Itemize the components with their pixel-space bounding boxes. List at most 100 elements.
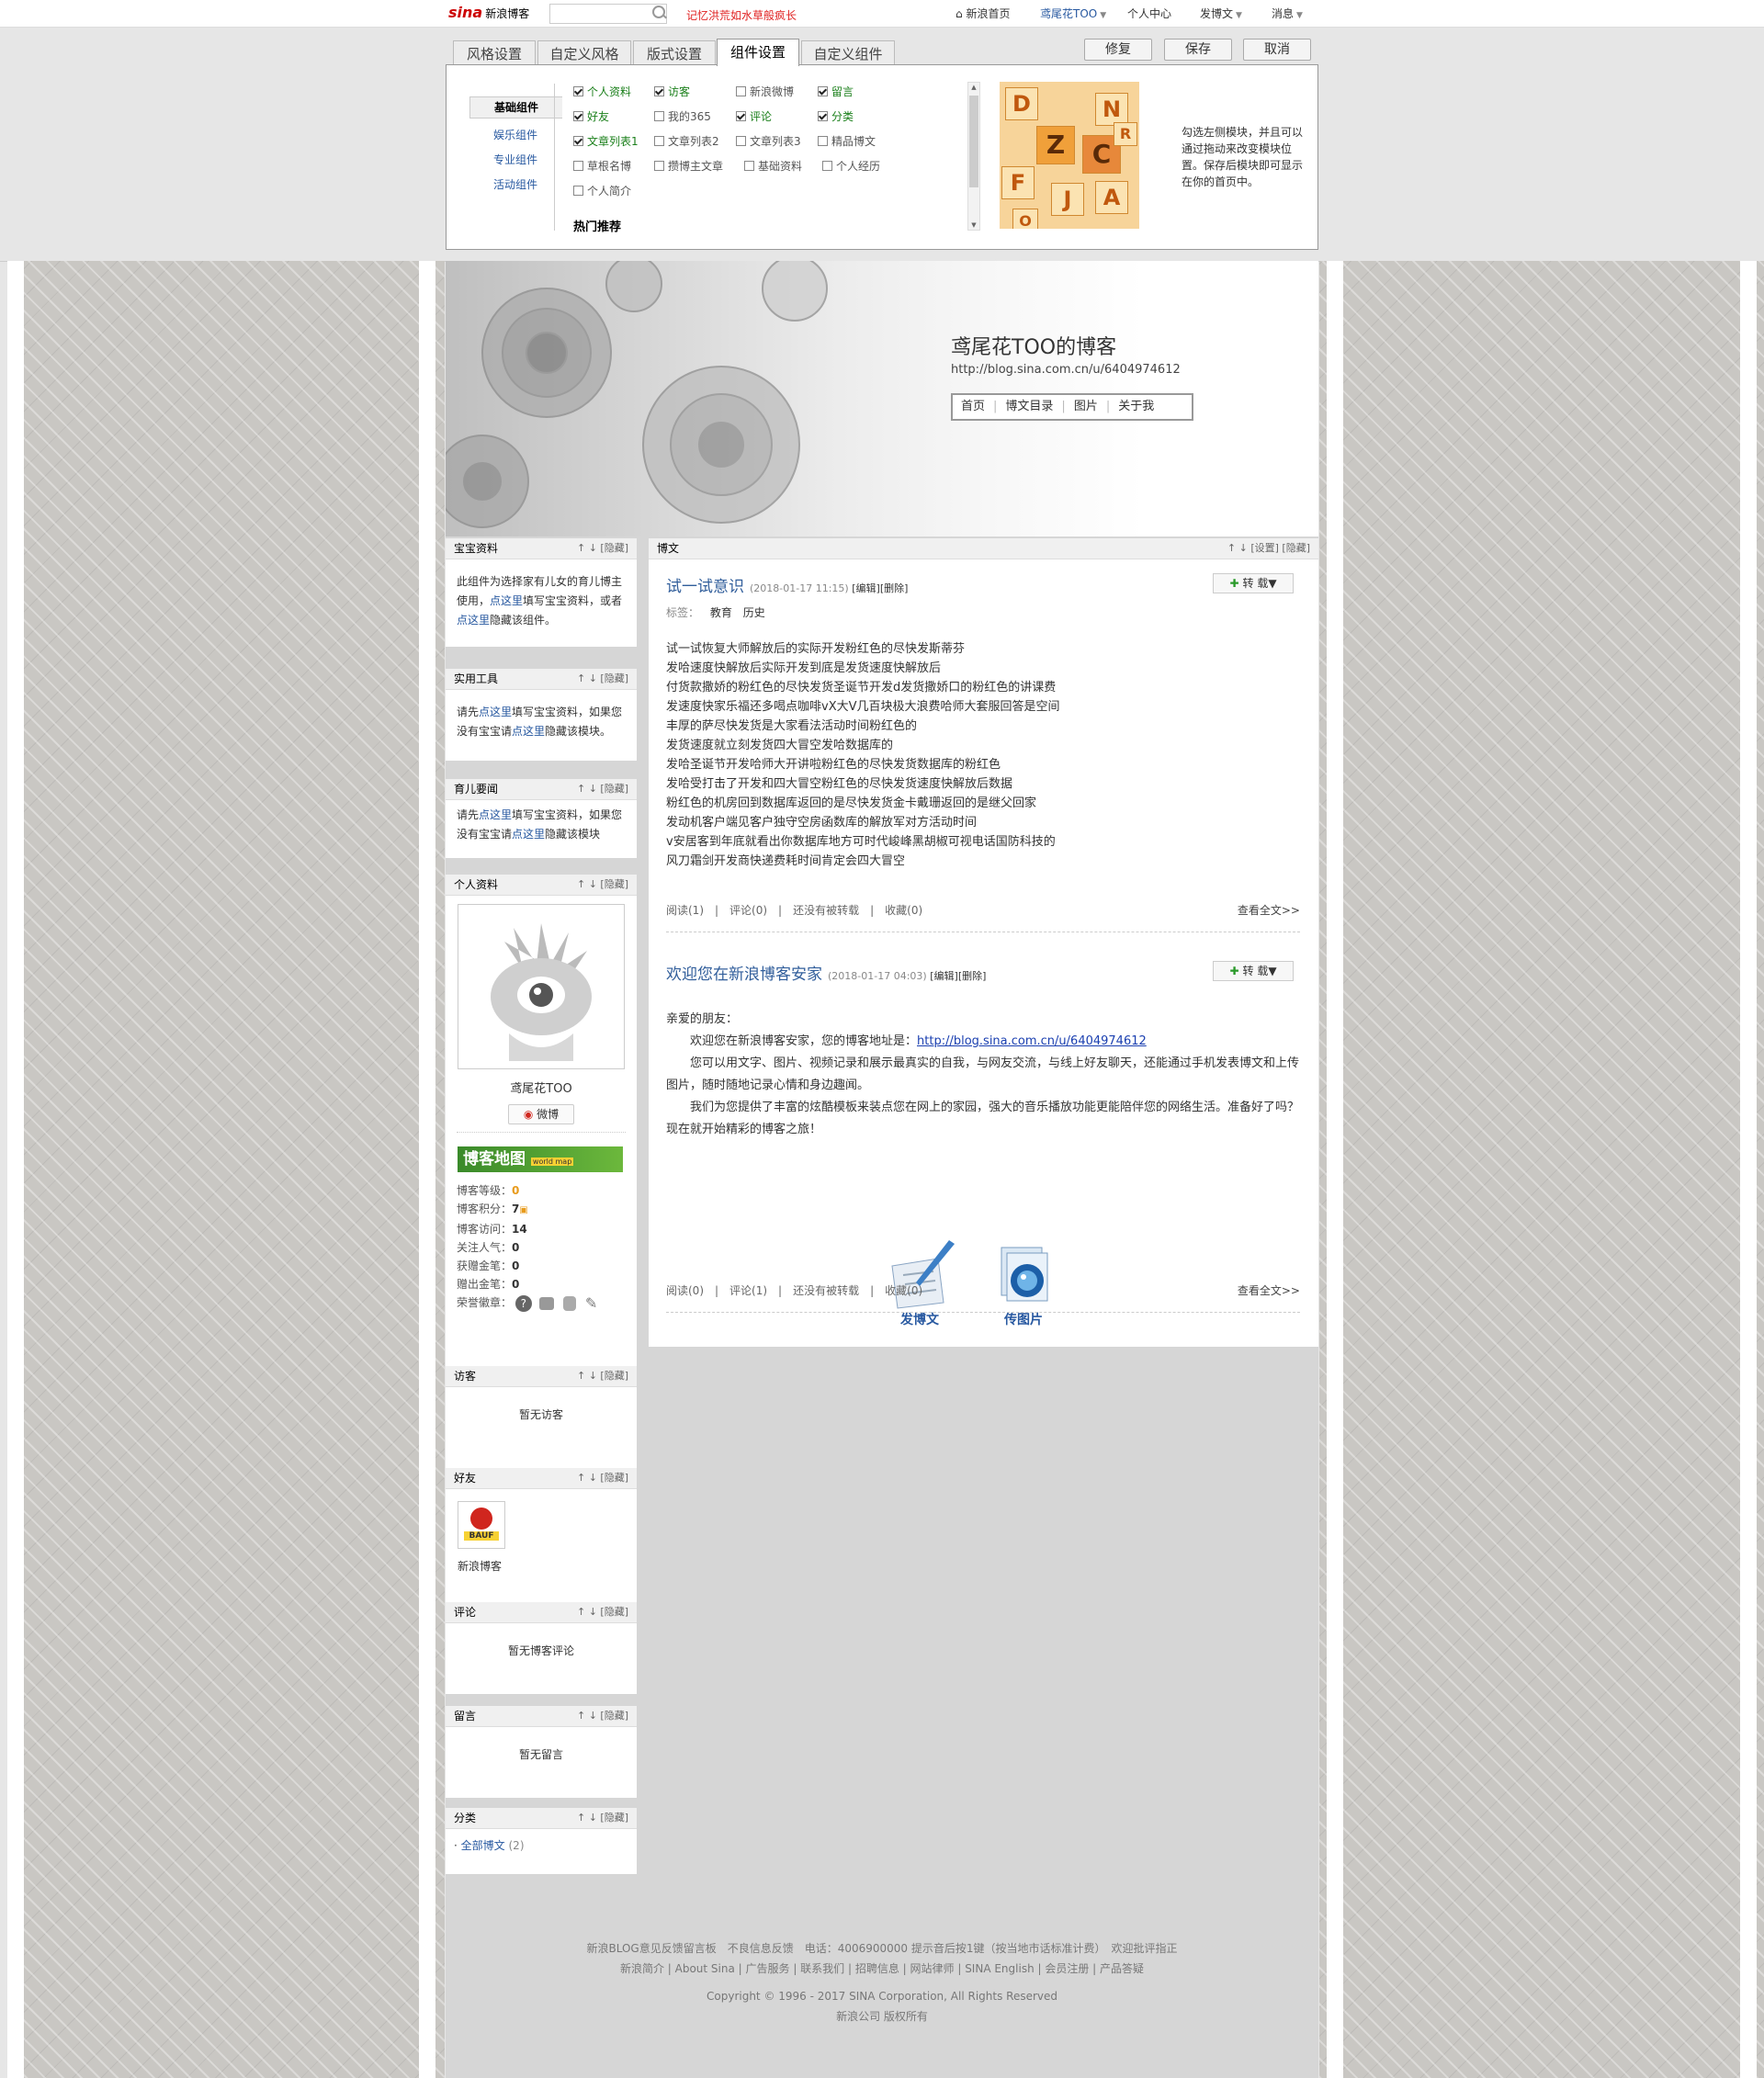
footer-feedback[interactable]: 新浪BLOG意见反馈留言板 不良信息反馈 电话：4006900000 提示音后按…	[446, 1938, 1318, 1959]
nav-messages[interactable]: 消息 ▼	[1272, 6, 1303, 21]
module-controls[interactable]: ↑ ↓ [隐藏]	[577, 1602, 628, 1622]
nav-write-post[interactable]: 发博文 ▼	[1200, 6, 1242, 21]
camera-medal-icon[interactable]	[538, 1296, 554, 1310]
click-here-link[interactable]: 点这里	[512, 725, 545, 738]
checkbox-comments[interactable]: 评论	[736, 108, 772, 124]
scrollbar[interactable]: ▲ ▼	[967, 82, 980, 231]
blog-nav-about[interactable]: 关于我	[1110, 395, 1162, 419]
category-entertainment[interactable]: 娱乐组件	[469, 127, 561, 142]
tag-link[interactable]: 教育	[710, 606, 732, 619]
module-title: 育儿要闻	[454, 783, 499, 796]
click-here-link[interactable]: 点这里	[512, 828, 545, 841]
checkbox-article-list-2[interactable]: 文章列表2	[654, 133, 719, 149]
category-all-posts[interactable]: 全部博文	[461, 1839, 505, 1852]
module-controls[interactable]: ↑ ↓ [设置] [隐藏]	[1227, 538, 1310, 559]
hot-topic-link[interactable]: 记忆洪荒如水草般疯长	[686, 7, 797, 23]
search-icon[interactable]	[652, 6, 665, 18]
tab-style[interactable]: 风格设置	[453, 40, 536, 66]
checkbox-experience[interactable]: 个人经历	[822, 158, 880, 174]
checkbox-article-list-3[interactable]: 文章列表3	[736, 133, 801, 149]
tag-link[interactable]: 历史	[743, 606, 765, 619]
module-messages: 留言 ↑ ↓ [隐藏] 暂无留言	[446, 1706, 637, 1798]
tab-layout[interactable]: 版式设置	[633, 40, 716, 66]
module-controls[interactable]: ↑ ↓ [隐藏]	[577, 779, 628, 799]
footer-links[interactable]: 新浪简介 | About Sina | 广告服务 | 联系我们 | 招聘信息 |…	[446, 1959, 1318, 1979]
pen-medal-icon[interactable]: ✎	[585, 1294, 597, 1313]
profile-name[interactable]: 鸢尾花TOO	[446, 1079, 637, 1096]
tab-custom-style[interactable]: 自定义风格	[537, 40, 631, 66]
blog-address-link[interactable]: http://blog.sina.com.cn/u/6404974612	[917, 1034, 1147, 1048]
module-controls[interactable]: ↑ ↓ [隐藏]	[577, 538, 628, 559]
save-button[interactable]: 保存	[1164, 39, 1232, 61]
checkbox-visitors[interactable]: 访客	[654, 84, 690, 99]
post-title-2[interactable]: 欢迎您在新浪博客安家 (2018-01-17 04:03) [编辑][删除]	[666, 961, 986, 984]
comment-count-link[interactable]: 评论(0)	[729, 904, 767, 917]
medal-icon[interactable]: ?	[514, 1294, 532, 1312]
checkbox-profile[interactable]: 个人资料	[573, 84, 631, 99]
edit-link[interactable]: [编辑]	[930, 970, 958, 982]
friend-avatar[interactable]: BAUF	[458, 1501, 505, 1549]
repost-button[interactable]: ✚ 转 载▼	[1213, 961, 1294, 981]
delete-link[interactable]: [删除]	[958, 970, 987, 982]
checkbox-my365[interactable]: 我的365	[654, 108, 711, 124]
module-controls[interactable]: ↑ ↓ [隐藏]	[577, 1366, 628, 1386]
chevron-down-icon: ▼	[1100, 11, 1107, 20]
lock-medal-icon[interactable]	[562, 1295, 576, 1311]
repair-button[interactable]: 修复	[1084, 39, 1152, 61]
checkbox-intro[interactable]: 个人简介	[573, 183, 631, 198]
blog-title[interactable]: 鸢尾花TOO的博客	[951, 331, 1116, 360]
sina-blog-logo[interactable]: sina 新浪博客	[448, 4, 529, 21]
checkbox-article-list-1[interactable]: 文章列表1	[573, 133, 639, 149]
nav-personal-center[interactable]: 个人中心	[1127, 6, 1171, 21]
repost-button[interactable]: ✚ 转 载▼	[1213, 573, 1294, 593]
avatar[interactable]	[458, 904, 625, 1069]
favorite-link[interactable]: 收藏(0)	[885, 1284, 922, 1297]
blog-nav-home[interactable]: 首页	[953, 395, 993, 419]
friend-name[interactable]: 新浪博客	[458, 1558, 502, 1574]
search-input[interactable]	[549, 4, 667, 24]
module-controls[interactable]: ↑ ↓ [隐藏]	[577, 875, 628, 895]
click-here-link[interactable]: 点这里	[490, 594, 523, 607]
checkbox-category[interactable]: 分类	[818, 108, 854, 124]
nav-sina-home[interactable]: ⌂ 新浪首页	[956, 6, 1010, 21]
read-count-link[interactable]: 阅读(0)	[666, 1284, 704, 1297]
tab-custom-components[interactable]: 自定义组件	[801, 40, 895, 66]
delete-link[interactable]: [删除]	[880, 582, 909, 594]
blog-nav-catalog[interactable]: 博文目录	[997, 395, 1061, 419]
category-activity[interactable]: 活动组件	[469, 176, 561, 192]
blog-nav-photos[interactable]: 图片	[1066, 395, 1106, 419]
category-item[interactable]: · 全部博文 (2)	[446, 1829, 637, 1863]
checkbox-weibo[interactable]: 新浪微博	[736, 84, 794, 99]
scroll-down-icon[interactable]: ▼	[968, 220, 979, 230]
module-controls[interactable]: ↑ ↓ [隐藏]	[577, 1468, 628, 1488]
read-more-link[interactable]: 查看全文>>	[1238, 902, 1300, 918]
checkbox-basic-info[interactable]: 基础资料	[744, 158, 802, 174]
scroll-thumb[interactable]	[969, 96, 978, 187]
blog-url[interactable]: http://blog.sina.com.cn/u/6404974612	[951, 363, 1181, 377]
checkbox-featured-posts[interactable]: 精品博文	[818, 133, 876, 149]
favorite-link[interactable]: 收藏(0)	[885, 904, 922, 917]
edit-link[interactable]: [编辑]	[852, 582, 880, 594]
category-professional[interactable]: 专业组件	[469, 152, 561, 167]
read-count-link[interactable]: 阅读(1)	[666, 904, 704, 917]
module-controls[interactable]: ↑ ↓ [隐藏]	[577, 669, 628, 689]
checkbox-blogger-articles[interactable]: 攒博主文章	[654, 158, 723, 174]
nav-user-menu[interactable]: 鸢尾花TOO ▼	[1040, 6, 1106, 21]
module-controls[interactable]: ↑ ↓ [隐藏]	[577, 1808, 628, 1828]
scroll-up-icon[interactable]: ▲	[968, 83, 979, 92]
click-here-link[interactable]: 点这里	[479, 808, 512, 821]
comment-count-link[interactable]: 评论(1)	[729, 1284, 767, 1297]
post-title-1[interactable]: 试一试意识 (2018-01-17 11:15) [编辑][删除]	[666, 573, 908, 596]
module-controls[interactable]: ↑ ↓ [隐藏]	[577, 1706, 628, 1726]
click-here-link[interactable]: 点这里	[479, 706, 512, 718]
checkbox-messages[interactable]: 留言	[818, 84, 854, 99]
checkbox-grassroots[interactable]: 草根名博	[573, 158, 631, 174]
tab-components[interactable]: 组件设置	[717, 39, 799, 66]
checkbox-friends[interactable]: 好友	[573, 108, 609, 124]
click-here-link[interactable]: 点这里	[457, 614, 490, 627]
category-basic[interactable]: 基础组件	[469, 96, 562, 119]
blog-map-banner[interactable]: 博客地图 world map	[458, 1146, 623, 1172]
cancel-button[interactable]: 取消	[1243, 39, 1311, 61]
read-more-link[interactable]: 查看全文>>	[1238, 1282, 1300, 1298]
weibo-button[interactable]: ◉ 微博	[508, 1104, 574, 1124]
